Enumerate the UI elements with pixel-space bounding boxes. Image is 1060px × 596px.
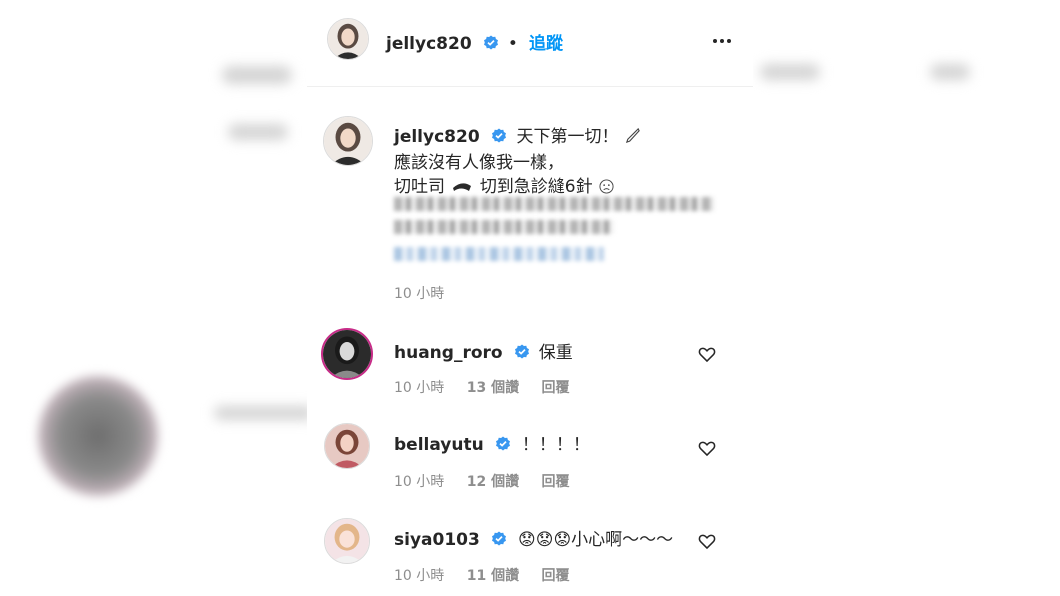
author-username[interactable]: jellyc820 [386, 34, 472, 54]
commenter-avatar[interactable] [321, 328, 373, 380]
heart-outline-icon[interactable] [697, 438, 717, 458]
worried-face-icon [599, 179, 614, 194]
reply-button[interactable]: 回覆 [542, 474, 570, 490]
reply-button[interactable]: 回覆 [542, 380, 570, 396]
commenter-avatar-image [323, 330, 371, 378]
blurred-background-shape [760, 64, 820, 80]
post-header: jellyc820 • 追蹤 [307, 0, 753, 87]
comment-text-row: siya0103 😟😟😟小心啊～～～ [394, 525, 673, 550]
verified-badge-icon [491, 531, 506, 546]
caption-text-line3a: 切吐司 [394, 177, 445, 197]
commenter-avatar-image [325, 424, 369, 468]
verified-badge-icon [514, 344, 529, 359]
blurred-caption-text [394, 220, 614, 234]
comment-timestamp[interactable]: 10 小時 [394, 568, 444, 584]
caption-third-line: 切吐司 切到急診縫6針 [394, 172, 614, 197]
reply-button[interactable]: 回覆 [542, 568, 570, 584]
blurred-background-shape [214, 406, 314, 420]
caption-author-avatar-image [324, 117, 372, 165]
heart-outline-icon[interactable] [697, 531, 717, 551]
comment-timestamp[interactable]: 10 小時 [394, 474, 444, 490]
post-panel: jellyc820 • 追蹤 jellyc820 天下第一切！ 應該沒有人像我一… [307, 0, 753, 596]
bread-icon [453, 183, 472, 191]
caption-author-avatar[interactable] [323, 116, 373, 166]
verified-badge-icon [483, 35, 498, 50]
caption-meta: 10 小時 [394, 283, 462, 303]
blurred-hashtags [394, 247, 604, 261]
knife-icon [625, 127, 640, 144]
caption-text-line1: 天下第一切！ [516, 127, 619, 147]
blurred-caption-text [394, 197, 714, 211]
author-avatar[interactable] [327, 18, 369, 60]
commenter-username[interactable]: huang_roro [394, 343, 503, 363]
more-options-icon[interactable] [711, 30, 733, 52]
follow-button[interactable]: 追蹤 [529, 34, 563, 54]
comment-timestamp[interactable]: 10 小時 [394, 380, 444, 396]
comment-meta: 10 小時 12 個讚 回覆 [394, 471, 588, 491]
commenter-avatar[interactable] [324, 518, 370, 564]
blurred-background-shape [930, 64, 970, 80]
comment-text: 保重 [538, 343, 573, 363]
commenter-avatar[interactable] [324, 423, 370, 469]
author-avatar-image [328, 19, 368, 59]
heart-outline-icon[interactable] [697, 344, 717, 364]
caption-text-line3b: 切到急診縫6針 [479, 177, 593, 197]
verified-badge-icon [495, 436, 510, 451]
comment-likes[interactable]: 12 個讚 [467, 474, 519, 490]
commenter-avatar-image [325, 519, 369, 563]
comment-likes[interactable]: 13 個讚 [467, 380, 519, 396]
blurred-background-avatar [38, 376, 158, 496]
caption-second-line: 應該沒有人像我一樣， [394, 153, 564, 173]
comment-meta: 10 小時 13 個讚 回覆 [394, 377, 588, 397]
separator-dot: • [507, 34, 518, 54]
caption-timestamp[interactable]: 10 小時 [394, 286, 444, 302]
comment-text: ！！！！ [521, 435, 590, 455]
comment-text: 😟😟😟小心啊～～～ [518, 530, 674, 550]
comment-meta: 10 小時 11 個讚 回覆 [394, 565, 588, 585]
commenter-username[interactable]: bellayutu [394, 435, 484, 455]
verified-badge-icon [492, 128, 507, 143]
comment-text-row: huang_roro 保重 [394, 338, 573, 363]
blurred-background-shape [222, 66, 292, 84]
caption-username[interactable]: jellyc820 [394, 127, 480, 147]
comment-text-row: bellayutu ！！！！ [394, 430, 590, 455]
commenter-username[interactable]: siya0103 [394, 530, 480, 550]
blurred-background-shape [228, 124, 288, 140]
comment-likes[interactable]: 11 個讚 [467, 568, 519, 584]
caption-first-line: jellyc820 天下第一切！ [394, 122, 641, 147]
header-title-row: jellyc820 • 追蹤 [386, 29, 563, 54]
